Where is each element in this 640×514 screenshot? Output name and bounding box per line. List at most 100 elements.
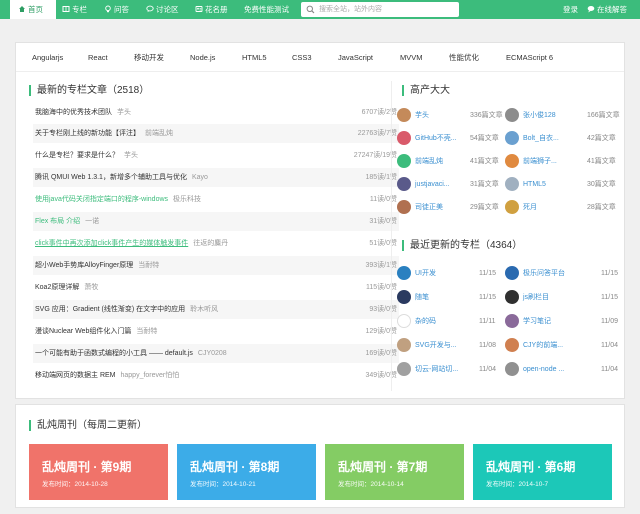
column-name[interactable]: js刷栏目 xyxy=(523,287,549,309)
article-title[interactable]: Flex 布局 介绍 一诺 xyxy=(35,212,99,231)
weekly-issue-card[interactable]: 乱炖周刊 · 第8期 发布时间：2014-10-21 xyxy=(177,444,316,500)
article-row[interactable]: 使用java代码关闭指定端口的程序-windows 极乐科技 11读/0赞 xyxy=(33,190,399,209)
article-title[interactable]: Koa2原理详解 萧牧 xyxy=(35,278,98,297)
article-title[interactable]: 漫谈Nuclear Web组件化入门篇 当耐特 xyxy=(35,322,157,341)
column-item[interactable]: SVG开发与... 11/08 xyxy=(397,335,505,357)
column-name[interactable]: UI开发 xyxy=(415,263,436,285)
tag-angularjs[interactable]: Angularjs xyxy=(32,43,63,72)
column-item[interactable]: CJY的前端... 11/04 xyxy=(505,335,623,357)
article-title[interactable]: 超小Web手势库AlloyFinger原理 当耐特 xyxy=(35,256,159,275)
author-name[interactable]: 前端狮子... xyxy=(523,152,557,171)
author-name[interactable]: 前端乱炖 xyxy=(415,152,443,171)
avatar[interactable] xyxy=(397,108,411,122)
tag-css3[interactable]: CSS3 xyxy=(292,43,312,72)
article-row[interactable]: 超小Web手势库AlloyFinger原理 当耐特 393读/1赞 xyxy=(33,256,399,275)
avatar[interactable] xyxy=(505,200,519,214)
article-author[interactable]: happy_forever怕怕 xyxy=(121,372,180,379)
nav-item-roster[interactable]: 花名册 xyxy=(195,0,228,19)
article-row[interactable]: Koa2原理详解 萧牧 115读/0赞 xyxy=(33,278,399,297)
search-icon[interactable] xyxy=(306,5,315,14)
avatar[interactable] xyxy=(505,154,519,168)
weekly-issue-card[interactable]: 乱炖周刊 · 第6期 发布时间：2014-10-7 xyxy=(473,444,612,500)
avatar[interactable] xyxy=(505,177,519,191)
nav-item-column[interactable]: 专栏 xyxy=(62,0,87,19)
avatar[interactable] xyxy=(505,266,519,280)
article-row[interactable]: click事件中再次添加click事件产生的媒体触发事件 往返的麋丹 51读/0赞 xyxy=(33,234,399,253)
article-row[interactable]: 我脑海中的优秀技术团队 芋头 6707读/2赞 xyxy=(33,103,399,122)
author-name[interactable]: 死月 xyxy=(523,198,537,217)
nav-item-discussion[interactable]: 讨论区 xyxy=(146,0,179,19)
article-title[interactable]: 我脑海中的优秀技术团队 芋头 xyxy=(35,103,131,122)
article-author[interactable]: CJY0208 xyxy=(198,350,227,357)
column-name[interactable]: 随笔 xyxy=(415,287,429,309)
article-row[interactable]: Flex 布局 介绍 一诺 31读/0赞 xyxy=(33,212,399,231)
article-author[interactable]: 萧牧 xyxy=(84,284,98,291)
search-input[interactable] xyxy=(319,3,455,16)
tag-es6[interactable]: ECMAScript 6 xyxy=(506,43,553,72)
article-author[interactable]: Kayo xyxy=(192,174,208,181)
avatar[interactable] xyxy=(397,362,411,376)
author-item[interactable]: 芋头 336篇文章 xyxy=(397,106,505,126)
author-item[interactable]: GitHub不壳... 54篇文章 xyxy=(397,129,505,149)
article-title[interactable]: 腾讯 QMUI Web 1.3.1，新增多个辅助工具与优化 Kayo xyxy=(35,168,208,187)
column-item[interactable]: 学习笔记 11/09 xyxy=(505,311,623,333)
online-help-link[interactable]: 在线解答 xyxy=(587,0,627,19)
article-row[interactable]: 移动端网页的数据主 REM happy_forever怕怕 349读/0赞 xyxy=(33,366,399,385)
nav-item-home[interactable]: 首页 xyxy=(10,0,56,19)
avatar[interactable] xyxy=(505,314,519,328)
avatar[interactable] xyxy=(397,290,411,304)
avatar[interactable] xyxy=(397,266,411,280)
article-author[interactable]: 极乐科技 xyxy=(173,196,201,203)
article-author[interactable]: 当耐特 xyxy=(138,262,159,269)
article-title[interactable]: 关于专栏刚上线的新功能【评注】 前端乱炖 xyxy=(35,124,173,143)
column-item[interactable]: UI开发 11/15 xyxy=(397,263,505,285)
article-row[interactable]: 腾讯 QMUI Web 1.3.1，新增多个辅助工具与优化 Kayo 185读/1… xyxy=(33,168,399,187)
article-author[interactable]: 前端乱炖 xyxy=(145,130,173,137)
tag-nodejs[interactable]: Node.js xyxy=(190,43,215,72)
tag-javascript[interactable]: JavaScript xyxy=(338,43,373,72)
column-item[interactable]: 杂的码 11/11 xyxy=(397,311,505,333)
author-name[interactable]: HTML5 xyxy=(523,175,546,194)
avatar[interactable] xyxy=(397,314,411,328)
column-item[interactable]: 切云-网站切... 11/04 xyxy=(397,359,505,381)
nav-item-perf-test[interactable]: 免费性能测试 xyxy=(244,0,289,19)
article-author[interactable]: 当耐特 xyxy=(136,328,157,335)
author-item[interactable]: 张小俊128 166篇文章 xyxy=(505,106,623,126)
avatar[interactable] xyxy=(397,177,411,191)
column-name[interactable]: 切云-网站切... xyxy=(415,359,458,381)
nav-item-qa[interactable]: 问答 xyxy=(104,0,129,19)
avatar[interactable] xyxy=(397,338,411,352)
avatar[interactable] xyxy=(505,362,519,376)
article-row[interactable]: 什么是专栏？要求是什么？ 芋头 27247读/19赞 xyxy=(33,146,399,165)
tag-mobile-dev[interactable]: 移动开发 xyxy=(134,43,164,72)
author-name[interactable]: justjavaci... xyxy=(415,175,450,194)
login-link[interactable]: 登录 xyxy=(563,0,578,19)
author-item[interactable]: 前端狮子... 41篇文章 xyxy=(505,152,623,172)
article-title[interactable]: 什么是专栏？要求是什么？ 芋头 xyxy=(35,146,138,165)
tag-perf[interactable]: 性能优化 xyxy=(449,43,479,72)
author-item[interactable]: HTML5 30篇文章 xyxy=(505,175,623,195)
author-name[interactable]: 芋头 xyxy=(415,106,429,125)
avatar[interactable] xyxy=(505,108,519,122)
tag-react[interactable]: React xyxy=(88,43,108,72)
author-name[interactable]: Bolt_自衣... xyxy=(523,129,559,148)
article-row[interactable]: 一个可能有助于函数式编程的小工具 —— default.js CJY0208 16… xyxy=(33,344,399,363)
column-name[interactable]: 学习笔记 xyxy=(523,311,551,333)
article-author[interactable]: 往返的麋丹 xyxy=(193,234,228,253)
avatar[interactable] xyxy=(397,154,411,168)
column-item[interactable]: 极乐问答平台 11/15 xyxy=(505,263,623,285)
author-name[interactable]: 张小俊128 xyxy=(523,106,556,125)
author-item[interactable]: justjavaci... 31篇文章 xyxy=(397,175,505,195)
article-title[interactable]: SVG 应用：Gradient (线性渐变) 在文字中的应用 聆木听风 xyxy=(35,300,218,319)
weekly-issue-card[interactable]: 乱炖周刊 · 第7期 发布时间：2014-10-14 xyxy=(325,444,464,500)
article-title[interactable]: 一个可能有助于函数式编程的小工具 —— default.js CJY0208 xyxy=(35,344,227,363)
author-name[interactable]: GitHub不壳... xyxy=(415,129,457,148)
column-name[interactable]: open-node ... xyxy=(523,359,564,381)
avatar[interactable] xyxy=(505,338,519,352)
article-row[interactable]: 关于专栏刚上线的新功能【评注】 前端乱炖 22763读/7赞 xyxy=(33,124,399,143)
tag-html5[interactable]: HTML5 xyxy=(242,43,267,72)
article-author[interactable]: 聆木听风 xyxy=(190,306,218,313)
column-item[interactable]: open-node ... 11/04 xyxy=(505,359,623,381)
column-name[interactable]: 极乐问答平台 xyxy=(523,263,565,285)
article-title[interactable]: 使用java代码关闭指定端口的程序-windows 极乐科技 xyxy=(35,190,201,209)
